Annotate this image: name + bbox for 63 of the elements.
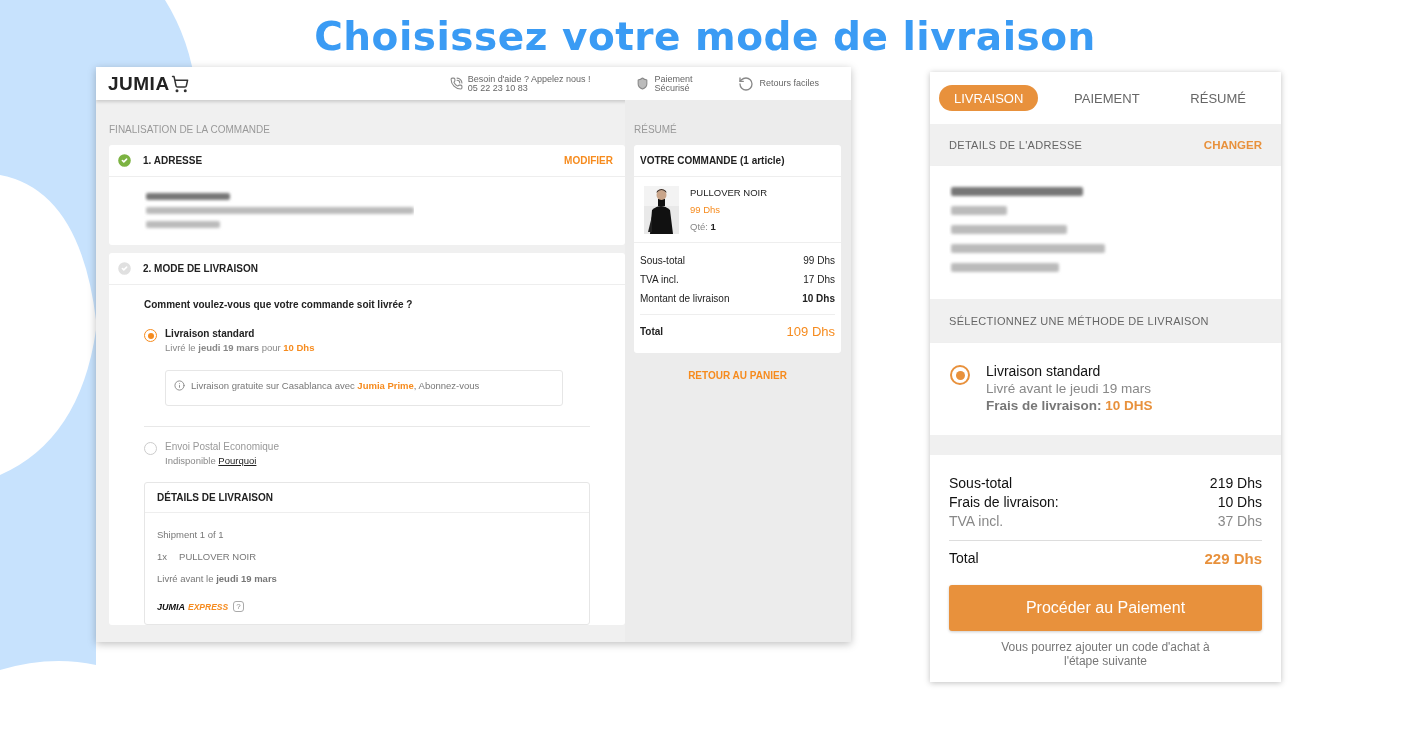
summary-value: 99 Dhs (803, 255, 835, 266)
logo[interactable]: JUMIA (108, 72, 170, 95)
step-title: 1. ADRESSE (143, 155, 203, 166)
section-label: RÉSUMÉ (634, 124, 678, 135)
total-value: 109 Dhs (786, 324, 835, 339)
returns-text: Retours faciles (759, 79, 819, 88)
change-link[interactable]: CHANGER (1203, 139, 1262, 151)
summary-value: 10 Dhs (1217, 493, 1262, 512)
summary-label: Frais de livraison: (949, 493, 1059, 512)
radio-button[interactable] (950, 365, 970, 385)
summary-label: TVA incl. (640, 274, 679, 285)
product-price: 99 Dhs (690, 204, 722, 215)
hint-text: Vous pourrez ajouter un code d'achat à l'étape suivante (1000, 640, 1211, 668)
product-name: PULLOVER NOIR (690, 187, 768, 198)
info-icon (174, 380, 185, 391)
order-title: VOTRE COMMANDE (1 article) (640, 155, 785, 166)
summary-value: 37 Dhs (1217, 512, 1262, 531)
summary-label: Sous-total (640, 255, 686, 266)
headline: Choisissez votre mode de livraison (314, 14, 1096, 59)
step-tab[interactable]: LIVRAISON (939, 85, 1039, 111)
modify-link[interactable]: MODIFIER (564, 155, 613, 166)
option-fee: Frais de livraison: 10 DHS (986, 398, 1154, 413)
proceed-button[interactable]: Procéder au Paiement (949, 585, 1262, 631)
step-title: 2. MODE DE LIVRAISON (143, 263, 258, 274)
notice-text: Livraison gratuite sur Casablanca avec Jumia Prime, Abonnez-vous (191, 380, 480, 391)
payment-text: Paiement Sécurisé (654, 74, 693, 93)
returns-icon (738, 75, 755, 92)
option-detail: Livré le jeudi 19 mars pour 10 Dhs (165, 342, 316, 353)
total-value: 229 Dhs (1204, 550, 1262, 567)
total-label: Total (949, 550, 979, 567)
carrier-logo: JUMIA (157, 601, 185, 612)
summary-value: 10 Dhs (802, 293, 835, 304)
shipment-text: Shipment 1 of 1 (157, 529, 225, 540)
step-tab[interactable]: RÉSUMÉ (1175, 85, 1261, 111)
option-title: Livraison standard (165, 328, 256, 339)
summary-value: 219 Dhs (1209, 474, 1262, 493)
eta-text: Livré avant le jeudi 19 mars (157, 573, 278, 584)
summary-label: Sous-total (949, 474, 1013, 493)
cart-icon (170, 74, 189, 93)
quantity-text: 1x (157, 551, 168, 562)
phone-icon (449, 77, 463, 90)
summary-label: TVA incl. (949, 512, 1004, 531)
question-text: Comment voulez-vous que votre commande soit livrée ? (144, 299, 414, 310)
summary-label: Montant de livraison (640, 293, 730, 304)
product-quantity: Qté: 1 (690, 221, 717, 232)
option-eta: Livré avant le jeudi 19 mars (986, 381, 1153, 396)
option-title: Envoi Postal Economique (165, 441, 280, 452)
back-to-cart-link[interactable]: RETOUR AU PANIER (688, 370, 787, 381)
total-label: Total (640, 326, 664, 337)
section-label: FINALISATION DE LA COMMANDE (109, 124, 271, 135)
help-badge[interactable]: ? (233, 601, 244, 612)
option-detail: Indisponible Pourquoi (165, 455, 258, 466)
step-tab[interactable]: PAIEMENT (1059, 85, 1155, 111)
product-text: PULLOVER NOIR (179, 551, 257, 562)
section-header: SÉLECTIONNEZ UNE MÉTHODE DE LIVRAISON (949, 315, 1209, 327)
section-header: DETAILS DE L'ADRESSE (949, 139, 1083, 151)
help-text: Besoin d'aide ? Appelez nous ! 05 22 23 10 83 (467, 74, 591, 93)
shield-icon (636, 77, 650, 90)
option-title: Livraison standard (986, 363, 1102, 379)
prime-link[interactable]: Jumia Prime (357, 380, 414, 391)
summary-value: 17 Dhs (803, 274, 835, 285)
details-title: DÉTAILS DE LIVRAISON (145, 483, 589, 513)
carrier-tag: EXPRESS (188, 601, 229, 612)
